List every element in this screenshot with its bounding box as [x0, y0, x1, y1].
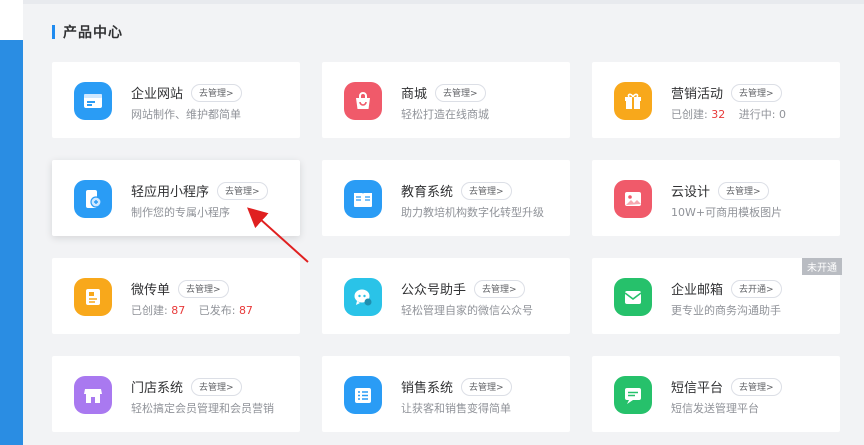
manage-button[interactable]: 去管理> — [731, 83, 782, 102]
created-count: 87 — [171, 304, 186, 317]
product-card-mall[interactable]: 商城 去管理> 轻松打造在线商城 — [322, 62, 570, 138]
manage-button[interactable]: 去管理> — [191, 377, 242, 396]
product-name: 云设计 — [671, 185, 711, 200]
mini-program-icon — [74, 180, 112, 218]
product-name: 公众号助手 — [401, 283, 467, 298]
sidebar-active-tab[interactable] — [0, 0, 23, 40]
product-name: 门店系统 — [131, 381, 184, 396]
product-name: 教育系统 — [401, 185, 454, 200]
product-desc: 让获客和销售变得简单 — [401, 402, 511, 415]
product-card-marketing[interactable]: 营销活动 去管理> 已创建: 32 进行中: 0 — [592, 62, 840, 138]
section-header: 产品中心 — [52, 23, 123, 41]
manage-button[interactable]: 去管理> — [461, 377, 512, 396]
product-card-sales[interactable]: 销售系统 去管理> 让获客和销售变得简单 — [322, 356, 570, 432]
product-desc: 助力教培机构数字化转型升级 — [401, 206, 544, 219]
product-desc: 短信发送管理平台 — [671, 402, 759, 415]
product-name: 企业邮箱 — [671, 283, 724, 298]
manage-button[interactable]: 去管理> — [718, 181, 769, 200]
book-icon — [344, 180, 382, 218]
product-desc: 网站制作、维护都简单 — [131, 108, 241, 121]
manage-button[interactable]: 去管理> — [474, 279, 525, 298]
manage-button[interactable]: 去管理> — [191, 83, 242, 102]
browser-icon — [74, 82, 112, 120]
published-count: 87 — [238, 304, 253, 317]
published-label: 已发布: — [198, 304, 236, 317]
product-stats: 已创建: 87 已发布: 87 — [131, 302, 263, 318]
product-name: 企业网站 — [131, 87, 184, 102]
store-icon — [74, 376, 112, 414]
product-desc: 轻松管理自家的微信公众号 — [401, 304, 533, 317]
gift-icon — [614, 82, 652, 120]
product-desc: 制作您的专属小程序 — [131, 206, 230, 219]
list-icon — [344, 376, 382, 414]
product-card-wechat-assistant[interactable]: 公众号助手 去管理> 轻松管理自家的微信公众号 — [322, 258, 570, 334]
product-card-sms[interactable]: 短信平台 去管理> 短信发送管理平台 — [592, 356, 840, 432]
left-sidebar — [0, 0, 23, 445]
created-label: 已创建: — [671, 108, 708, 121]
created-count: 32 — [711, 108, 726, 121]
product-card-store[interactable]: 门店系统 去管理> 轻松搞定会员管理和会员营销 — [52, 356, 300, 432]
shopping-bag-icon — [344, 82, 382, 120]
product-card-cloud-design[interactable]: 云设计 去管理> 10W+可商用模板图片 — [592, 160, 840, 236]
section-accent-bar — [52, 25, 55, 39]
mail-icon — [614, 278, 652, 316]
manage-button[interactable]: 去管理> — [217, 181, 268, 200]
product-desc: 10W+可商用模板图片 — [671, 206, 783, 219]
running-label: 进行中: — [738, 108, 776, 121]
image-icon — [614, 180, 652, 218]
flyer-icon — [74, 278, 112, 316]
activate-button[interactable]: 去开通> — [731, 279, 782, 298]
product-name: 销售系统 — [401, 381, 454, 396]
product-desc: 更专业的商务沟通助手 — [671, 304, 781, 317]
section-title: 产品中心 — [63, 25, 123, 41]
product-name: 营销活动 — [671, 87, 724, 102]
product-name: 微传单 — [131, 283, 171, 298]
manage-button[interactable]: 去管理> — [461, 181, 512, 200]
wechat-icon — [344, 278, 382, 316]
product-stats: 已创建: 32 进行中: 0 — [671, 106, 786, 122]
manage-button[interactable]: 去管理> — [435, 83, 486, 102]
message-icon — [614, 376, 652, 414]
manage-button[interactable]: 去管理> — [731, 377, 782, 396]
created-label: 已创建: — [131, 304, 168, 317]
product-card-mini-program[interactable]: 轻应用小程序 去管理> 制作您的专属小程序 — [52, 160, 300, 236]
product-name: 商城 — [401, 87, 428, 102]
product-card-education[interactable]: 教育系统 去管理> 助力教培机构数字化转型升级 — [322, 160, 570, 236]
product-desc: 轻松打造在线商城 — [401, 108, 489, 121]
product-card-flyer[interactable]: 微传单 去管理> 已创建: 87 已发布: 87 — [52, 258, 300, 334]
not-activated-tag: 未开通 — [802, 258, 842, 275]
top-divider — [23, 0, 864, 4]
product-desc: 轻松搞定会员管理和会员营销 — [131, 402, 274, 415]
product-card-website[interactable]: 企业网站 去管理> 网站制作、维护都简单 — [52, 62, 300, 138]
running-count: 0 — [778, 108, 786, 121]
product-name: 短信平台 — [671, 381, 724, 396]
manage-button[interactable]: 去管理> — [178, 279, 229, 298]
product-name: 轻应用小程序 — [131, 185, 210, 200]
